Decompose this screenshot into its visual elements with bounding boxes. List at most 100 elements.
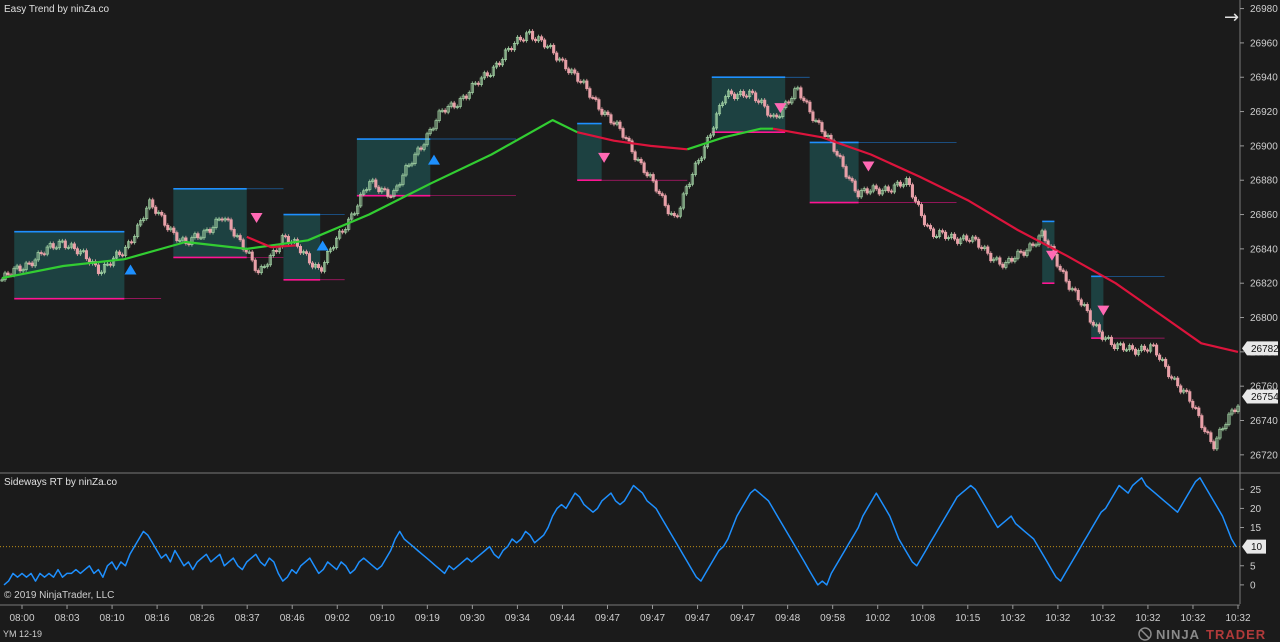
time-tick-label: 10:08 — [910, 613, 935, 624]
bar-body — [585, 80, 589, 89]
bar-body — [977, 238, 981, 248]
bar-body — [1010, 258, 1014, 262]
time-tick-label: 09:47 — [595, 613, 620, 624]
bar-body — [968, 239, 972, 242]
bar-body — [986, 246, 990, 254]
bar-body — [1076, 289, 1080, 301]
bar-body — [389, 196, 393, 199]
bar-body — [910, 184, 914, 198]
bar-body — [121, 254, 125, 257]
bar-body — [256, 270, 260, 274]
bar-body — [1179, 385, 1183, 393]
bar-body — [476, 82, 480, 85]
time-tick-label: 09:58 — [820, 613, 845, 624]
bar-body — [1185, 389, 1189, 392]
bar-body — [612, 122, 616, 125]
price-tick-label: 26900 — [1250, 141, 1278, 152]
bar-body — [485, 72, 489, 77]
time-tick-label: 09:48 — [775, 613, 800, 624]
bar-body — [775, 114, 779, 118]
bar-body — [769, 114, 773, 117]
time-tick-label: 09:44 — [550, 613, 575, 624]
bar-body — [96, 264, 101, 274]
bar-body — [196, 233, 200, 239]
bar-body — [838, 154, 842, 157]
bar-body — [232, 229, 236, 237]
bar-body — [766, 105, 770, 116]
bar-body — [386, 189, 390, 197]
bar-body — [51, 243, 55, 249]
time-tick-label: 09:30 — [460, 613, 485, 624]
bar-body — [419, 147, 423, 150]
bar-body — [1206, 431, 1210, 434]
bar-body — [160, 211, 164, 216]
chart-root: 2672026740267602678026800268202684026860… — [0, 0, 1280, 642]
bar-body — [1200, 415, 1204, 428]
time-tick-label: 10:15 — [955, 613, 980, 624]
bar-body — [1031, 243, 1035, 246]
bar-body — [588, 88, 592, 98]
bar-body — [6, 272, 10, 276]
time-tick-label: 08:16 — [145, 613, 170, 624]
bar-body — [663, 195, 667, 206]
bar-body — [75, 248, 79, 255]
bar-body — [18, 265, 22, 272]
bar-body — [591, 96, 595, 99]
bar-body — [310, 262, 315, 268]
bar-body — [307, 253, 312, 264]
bar-body — [594, 97, 598, 100]
arrow-right-icon[interactable]: → — [1224, 7, 1239, 28]
bar-body — [1194, 407, 1198, 409]
bar-body — [1155, 344, 1159, 356]
bar-body — [1085, 304, 1089, 311]
bar-body — [729, 90, 734, 95]
bar-body — [974, 236, 978, 240]
time-tick-label: 10:32 — [1090, 613, 1115, 624]
bar-body — [919, 204, 924, 216]
bar-body — [567, 68, 571, 74]
bar-body — [654, 180, 658, 192]
bar-body — [1121, 343, 1125, 351]
bar-body — [853, 180, 857, 192]
price-tick-label: 26720 — [1250, 450, 1278, 461]
bar-body — [1100, 331, 1104, 340]
bar-body — [754, 92, 758, 102]
price-tick-label: 26840 — [1250, 244, 1278, 255]
bar-body — [799, 87, 803, 99]
price-tag-label: 26782 — [1251, 344, 1279, 355]
bar-body — [518, 36, 523, 41]
bar-body — [374, 179, 378, 188]
bar-body — [1170, 376, 1174, 379]
bar-body — [253, 259, 257, 271]
bar-body — [817, 120, 821, 123]
time-tick-label: 08:46 — [280, 613, 305, 624]
time-tick-label: 08:10 — [100, 613, 125, 624]
bar-body — [283, 235, 287, 238]
price-tick-label: 26980 — [1250, 4, 1278, 15]
bar-body — [39, 252, 43, 255]
bar-body — [238, 235, 242, 241]
bar-body — [531, 30, 535, 40]
bar-body — [835, 151, 839, 156]
bar-body — [1209, 432, 1213, 442]
bar-body — [1197, 407, 1201, 416]
bar-body — [175, 232, 179, 241]
bar-body — [30, 262, 34, 267]
bar-body — [316, 264, 321, 268]
sideways-box — [356, 139, 431, 196]
bar-body — [543, 39, 547, 48]
bar-body — [763, 99, 767, 107]
osc-tick-label: 25 — [1250, 485, 1262, 496]
price-tag-label: 26754 — [1251, 392, 1279, 403]
bar-body — [956, 238, 960, 244]
bar-body — [130, 241, 134, 244]
bar-body — [304, 251, 309, 254]
bar-body — [624, 137, 628, 139]
bar-body — [989, 252, 993, 262]
bar-body — [1142, 345, 1147, 351]
bar-body — [600, 108, 604, 115]
brand-ninja: NINJA — [1156, 627, 1200, 642]
bar-body — [521, 39, 526, 42]
time-tick-label: 09:10 — [370, 613, 395, 624]
bar-body — [1043, 230, 1047, 242]
